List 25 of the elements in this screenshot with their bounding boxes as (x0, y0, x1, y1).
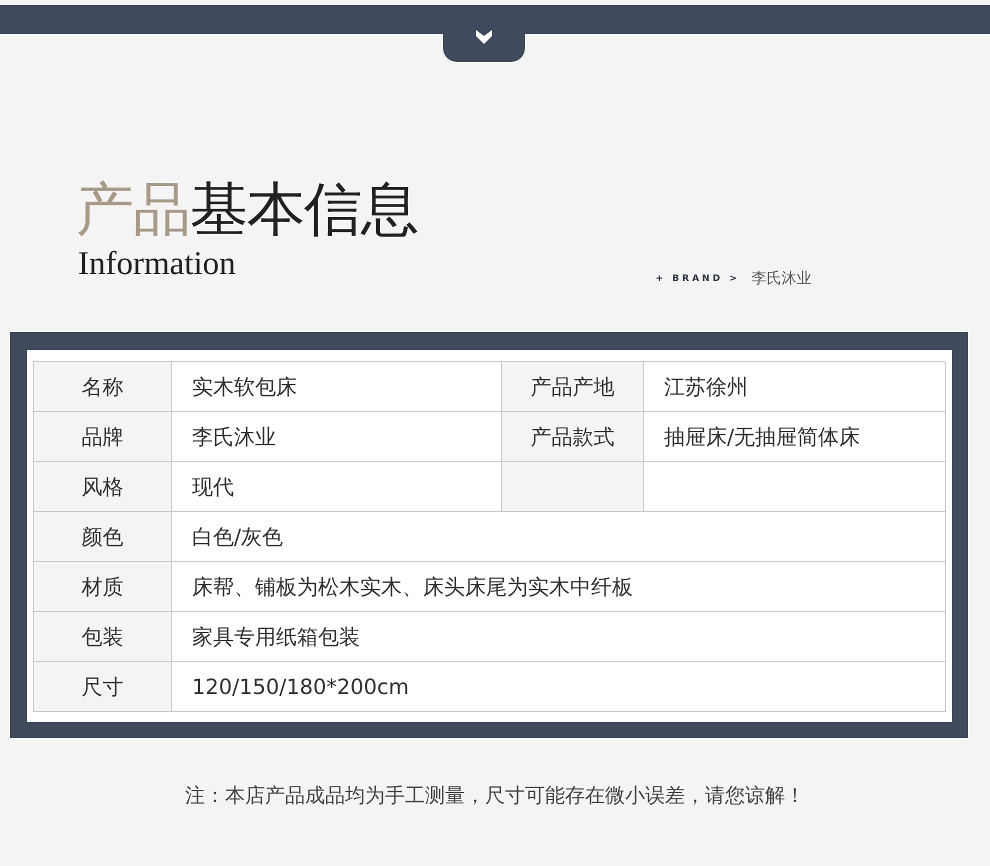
field-value: 实木软包床 (172, 362, 502, 412)
footnote: 注：本店产品成品均为手工测量，尺寸可能存在微小误差，请您谅解！ (184, 782, 806, 809)
field-label: 尺寸 (34, 662, 172, 712)
chevron-down-icon (476, 30, 492, 44)
section-subtitle: Information (78, 245, 236, 284)
field-label: 品牌 (34, 412, 172, 462)
field-label: 风格 (34, 462, 172, 512)
field-value: 家具专用纸箱包装 (172, 612, 946, 662)
brand-name: 李氏沐业 (752, 269, 812, 288)
field-label: 名称 (34, 362, 172, 412)
field-value: 120/150/180*200cm (172, 662, 946, 712)
field-value: 李氏沐业 (172, 412, 502, 462)
field-label: 产品款式 (502, 412, 644, 462)
field-value: 白色/灰色 (172, 512, 946, 562)
field-value: 床帮、铺板为松木实木、床头床尾为实木中纤板 (172, 562, 946, 612)
field-label: 材质 (34, 562, 172, 612)
field-value: 抽屉床/无抽屉简体床 (644, 412, 946, 462)
field-label: 包装 (34, 612, 172, 662)
field-label: 产品产地 (502, 362, 644, 412)
field-label: 颜色 (34, 512, 172, 562)
field-value: 现代 (172, 462, 502, 512)
brand-label: + BRAND > (656, 274, 740, 284)
scroll-down-tab[interactable] (443, 32, 525, 62)
section-title: 产品基本信息 (76, 174, 419, 244)
field-value: 江苏徐州 (644, 362, 946, 412)
